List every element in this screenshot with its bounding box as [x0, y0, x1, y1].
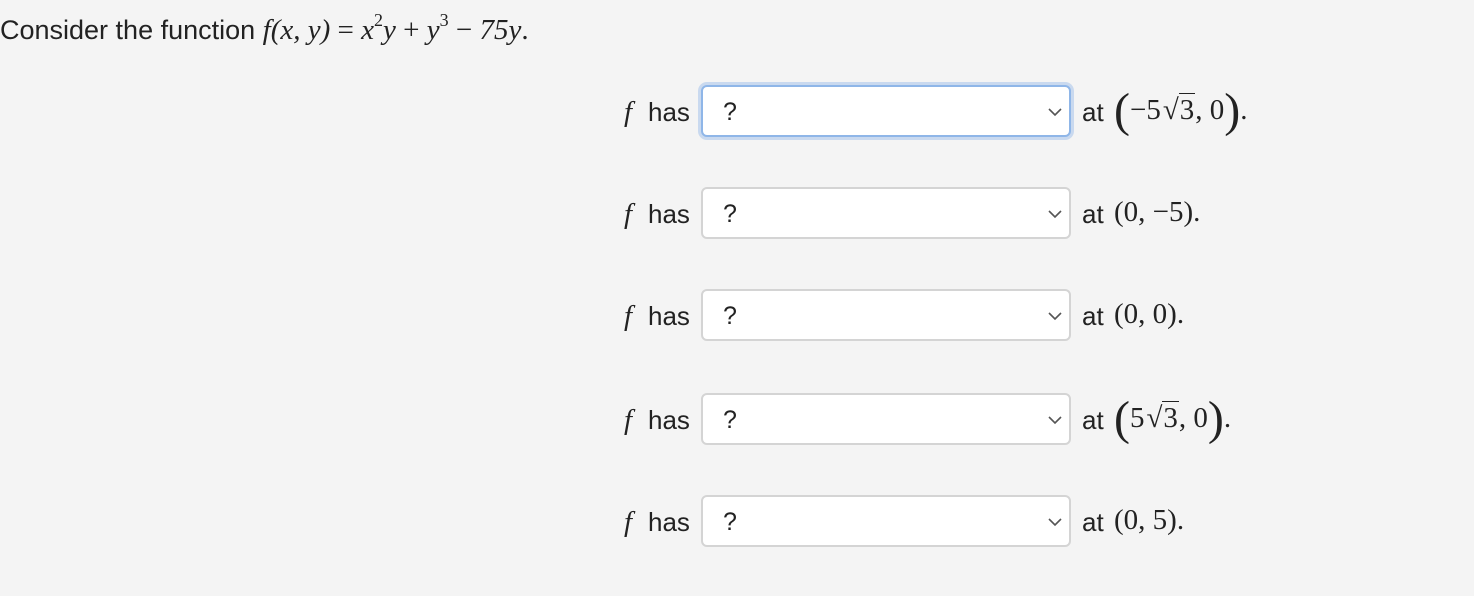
classification-select-3[interactable]: ? — [701, 289, 1071, 341]
chevron-down-icon — [1048, 108, 1062, 117]
term2-base: y — [426, 14, 440, 46]
select-value: ? — [723, 508, 737, 536]
answer-row-1: f has ? at (−5√3, 0). — [624, 84, 1424, 140]
critical-point-5: (0, 5). — [1114, 504, 1185, 536]
select-value: ? — [723, 302, 737, 330]
select-value: ? — [723, 406, 737, 434]
chevron-down-icon — [1048, 312, 1062, 321]
chevron-down-icon — [1048, 518, 1062, 527]
at-label: at — [1082, 405, 1104, 435]
minus-sign: − — [455, 14, 473, 46]
question-prompt: Consider the function f(x, y) = x2y + y3… — [0, 10, 529, 50]
chevron-down-icon — [1048, 210, 1062, 219]
at-label: at — [1082, 199, 1104, 229]
term1-base: x — [361, 14, 375, 46]
function-symbol: f — [624, 198, 633, 230]
prompt-period: . — [521, 14, 529, 46]
function-args: (x, y) — [270, 14, 331, 46]
term1-exponent: 2 — [374, 10, 384, 31]
at-label: at — [1082, 507, 1104, 537]
classification-select-1[interactable]: ? — [701, 85, 1071, 137]
classification-select-4[interactable]: ? — [701, 393, 1071, 445]
function-name: f — [262, 14, 271, 46]
has-label: has — [648, 97, 690, 127]
function-symbol: f — [624, 96, 633, 128]
critical-point-4: (5√3, 0). — [1114, 392, 1232, 445]
has-label: has — [648, 405, 690, 435]
has-label: has — [648, 199, 690, 229]
select-value: ? — [723, 98, 737, 126]
at-label: at — [1082, 97, 1104, 127]
has-label: has — [648, 301, 690, 331]
plus-sign: + — [403, 14, 420, 46]
term2-exponent: 3 — [439, 10, 449, 31]
function-symbol: f — [624, 506, 633, 538]
function-expression: f(x, y) = x2y + y3 − 75y. — [262, 11, 529, 46]
chevron-down-icon — [1048, 416, 1062, 425]
answer-row-4: f has ? at (5√3, 0). — [624, 392, 1424, 448]
critical-point-2: (0, −5). — [1114, 196, 1201, 228]
function-symbol: f — [624, 300, 633, 332]
function-symbol: f — [624, 404, 633, 436]
critical-point-3: (0, 0). — [1114, 298, 1185, 330]
answer-row-3: f has ? at (0, 0). — [624, 288, 1424, 344]
equals-sign: = — [337, 14, 354, 46]
answer-row-5: f has ? at (0, 5). — [624, 494, 1424, 550]
has-label: has — [648, 507, 690, 537]
classification-select-2[interactable]: ? — [701, 187, 1071, 239]
at-label: at — [1082, 301, 1104, 331]
prompt-lead: Consider the function — [0, 15, 256, 45]
answer-row-2: f has ? at (0, −5). — [624, 186, 1424, 242]
select-value: ? — [723, 200, 737, 228]
classification-select-5[interactable]: ? — [701, 495, 1071, 547]
term1-tail: y — [383, 14, 396, 46]
critical-point-1: (−5√3, 0). — [1114, 84, 1248, 137]
term3: 75y — [479, 14, 522, 46]
